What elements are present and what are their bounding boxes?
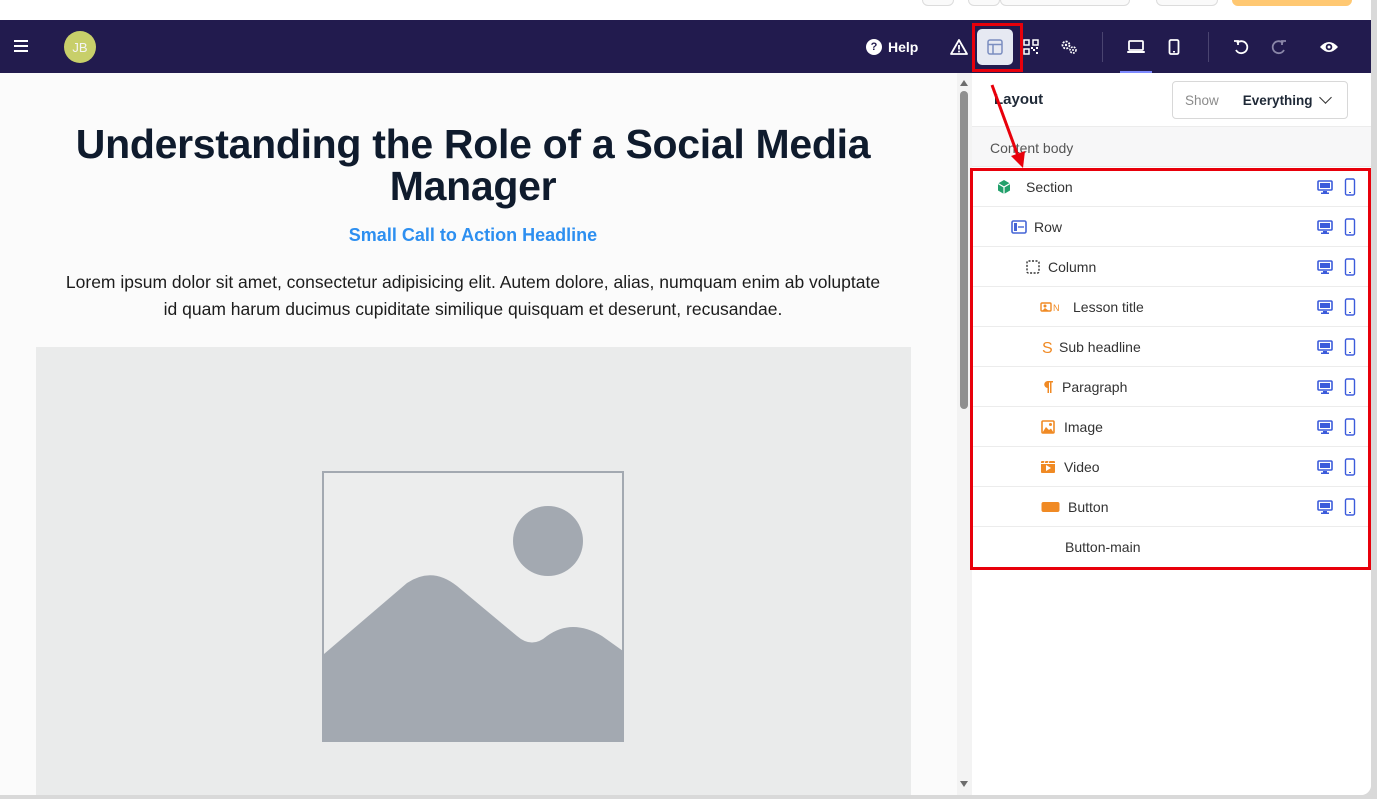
top-toolbar-strip [0, 0, 1371, 20]
scrollbar-thumb[interactable] [960, 91, 968, 409]
app-window: JB ? Help Understanding the Role of a So… [0, 0, 1371, 795]
lesson-title[interactable]: Understanding the Role of a Social Media… [60, 123, 886, 207]
help-button[interactable]: ? Help [866, 36, 918, 58]
paragraph[interactable]: Lorem ipsum dolor sit amet, consectetur … [60, 269, 886, 323]
menu-icon[interactable] [12, 37, 30, 55]
avatar[interactable]: JB [64, 31, 96, 63]
settings-icon[interactable] [1056, 34, 1082, 60]
highlight-box-layout-tree [970, 168, 1371, 570]
scroll-down-arrow[interactable] [960, 781, 968, 787]
divider [1208, 32, 1209, 62]
show-value: Everything [1242, 92, 1313, 108]
toolbar-button[interactable] [968, 0, 1000, 6]
desktop-view-icon[interactable] [1123, 34, 1149, 60]
image-block[interactable] [36, 347, 911, 795]
avatar-initials: JB [72, 39, 88, 55]
redo-icon[interactable] [1266, 34, 1292, 60]
preview-icon[interactable] [1316, 34, 1342, 60]
image-placeholder-icon [322, 471, 624, 742]
divider [1102, 32, 1103, 62]
help-icon: ? [866, 39, 882, 55]
undo-icon[interactable] [1228, 34, 1254, 60]
toolbar-button[interactable] [922, 0, 954, 6]
toolbar-button[interactable] [1156, 0, 1218, 6]
publish-button[interactable] [1232, 0, 1352, 6]
highlight-box-layout-button [972, 23, 1023, 72]
sub-headline[interactable]: Small Call to Action Headline [60, 225, 886, 246]
chevron-down-icon [1318, 91, 1332, 104]
show-filter-select[interactable]: Show Everything [1172, 81, 1348, 119]
annotation-arrow [990, 84, 1025, 168]
warning-icon[interactable] [946, 34, 972, 60]
editor-navbar: JB ? Help [0, 20, 1371, 73]
scroll-up-arrow[interactable] [960, 80, 968, 86]
page-canvas: Understanding the Role of a Social Media… [0, 73, 957, 795]
toolbar-button[interactable] [1000, 0, 1130, 6]
show-label: Show [1185, 92, 1219, 108]
help-label: Help [888, 39, 919, 55]
mobile-view-icon[interactable] [1161, 34, 1187, 60]
